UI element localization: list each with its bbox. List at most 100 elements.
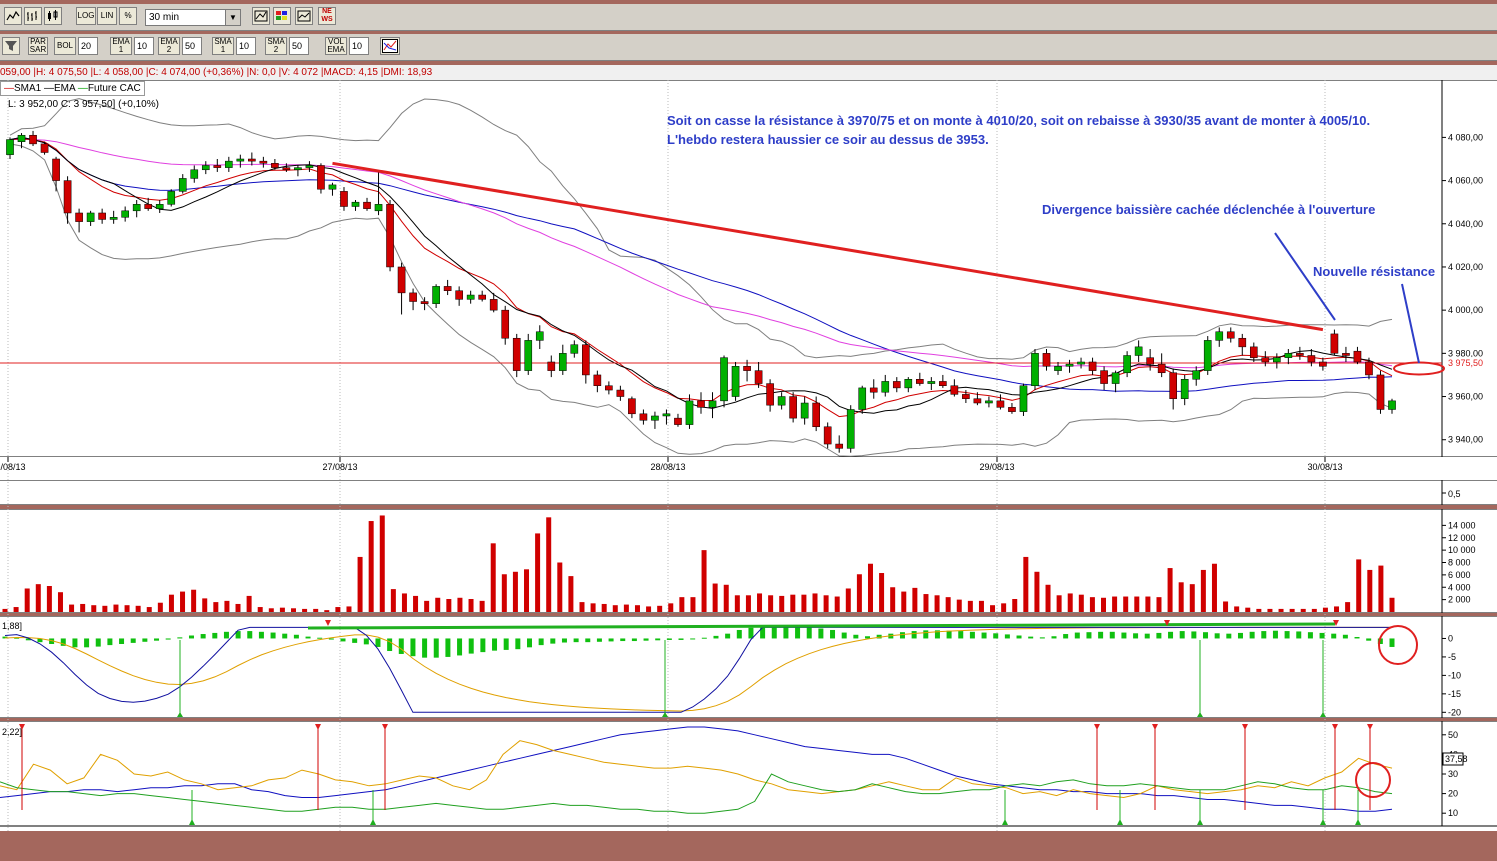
volume-bar — [457, 597, 463, 612]
volume-bar — [1089, 597, 1095, 612]
macd-histogram-bar — [84, 638, 90, 648]
volume-bar — [1156, 597, 1162, 612]
volume-bar — [13, 607, 19, 612]
macd-histogram-bar — [1272, 630, 1278, 639]
volume-bar — [1101, 597, 1107, 612]
ema2-button[interactable]: EMA 2 — [158, 37, 180, 55]
macd-label: 1,88] — [2, 621, 22, 631]
macd-histogram-bar — [1179, 631, 1185, 639]
macd-histogram-bar — [1074, 632, 1080, 639]
indicator-icon — [382, 39, 398, 53]
candle — [639, 413, 648, 421]
bottom-frame — [0, 831, 1497, 861]
macd-histogram-bar — [1249, 631, 1255, 639]
candle — [132, 204, 141, 212]
volume-bar — [1356, 559, 1362, 612]
volume-bar — [290, 608, 296, 612]
volume-bar — [302, 608, 308, 612]
dmi-tick-label: 10 — [1448, 808, 1458, 818]
candle — [812, 402, 820, 428]
volume-bar — [1200, 569, 1206, 612]
candlestick-icon — [48, 10, 58, 21]
ema1-button[interactable]: EMA 1 — [110, 37, 132, 55]
log-scale-button[interactable]: LOG — [76, 7, 96, 25]
macd-histogram-bar — [981, 632, 987, 639]
palette-button[interactable] — [273, 7, 291, 25]
volume-bar — [879, 573, 885, 612]
macd-histogram-bar — [445, 638, 451, 657]
volume-bar — [1134, 596, 1140, 612]
sma2-period[interactable]: 50 — [289, 37, 309, 55]
candle — [374, 204, 383, 212]
bol-button[interactable]: BOL — [54, 37, 76, 55]
vol-ema-period[interactable]: 10 — [349, 37, 369, 55]
volume-bar — [1278, 608, 1284, 612]
macd-histogram-bar — [142, 638, 148, 642]
candle-chart-button[interactable] — [44, 7, 62, 25]
line-chart-button[interactable] — [4, 7, 22, 25]
vol-ema-button[interactable]: VOL EMA — [325, 37, 347, 55]
volume-bar — [91, 605, 97, 612]
news-button[interactable]: NE WS — [318, 7, 336, 25]
indicator-picker-button[interactable] — [380, 37, 400, 55]
candle — [1215, 331, 1224, 341]
candle — [1307, 355, 1316, 363]
draw-tool-button[interactable] — [252, 7, 270, 25]
candle — [1180, 379, 1189, 399]
candle — [75, 212, 83, 222]
volume-bar — [1267, 608, 1273, 612]
volume-bar — [146, 607, 152, 612]
macd-histogram-bar — [398, 638, 404, 654]
volume-bar — [35, 584, 41, 612]
macd-histogram-bar — [830, 629, 836, 639]
macd-histogram-bar — [969, 631, 975, 639]
macd-histogram-bar — [1319, 632, 1325, 639]
ema1-period[interactable]: 10 — [134, 37, 154, 55]
candle — [1388, 400, 1396, 410]
volume-bar — [690, 597, 696, 612]
macd-histogram-bar — [538, 638, 544, 646]
sma1-period[interactable]: 10 — [236, 37, 256, 55]
macd-histogram-bar — [1389, 638, 1395, 647]
bar-chart-button[interactable] — [24, 7, 42, 25]
volume-bar — [1256, 608, 1262, 612]
y-tick-label: 4 020,00 — [1448, 262, 1483, 272]
volume-bar — [845, 588, 851, 612]
filter-button[interactable] — [2, 37, 20, 55]
volume-bar — [790, 594, 796, 612]
candle — [662, 413, 671, 417]
lin-scale-button[interactable]: LIN — [97, 7, 117, 25]
percent-scale-button[interactable]: % — [119, 7, 137, 25]
parsar-button[interactable]: PAR SAR — [28, 37, 48, 55]
legend-future: Future CAC — [87, 83, 141, 94]
candle — [86, 212, 95, 222]
y-tick-label: 3 980,00 — [1448, 348, 1483, 358]
macd-histogram-bar — [317, 637, 323, 639]
macd-histogram-bar — [457, 638, 463, 656]
candle — [1238, 337, 1247, 348]
macd-histogram-bar — [736, 629, 742, 639]
sma1-button[interactable]: SMA 1 — [212, 37, 234, 55]
volume-bar — [1034, 571, 1040, 612]
period-select[interactable]: 30 min ▼ — [145, 9, 241, 26]
candle — [6, 139, 14, 155]
volume-bar — [490, 543, 496, 612]
candle — [950, 385, 959, 395]
macd-histogram-bar — [177, 637, 183, 639]
ema2-period[interactable]: 50 — [182, 37, 202, 55]
sma2-button[interactable]: SMA 2 — [265, 37, 287, 55]
chart-area[interactable]: 26/08/13 27/08/13 28/08/13 29/08/13 30/08/13… — [0, 79, 1497, 831]
macd-histogram-bar — [188, 635, 194, 639]
compare-button[interactable] — [295, 7, 313, 25]
volume-bar — [1056, 595, 1062, 612]
chart-svg[interactable]: 26/08/13 27/08/13 28/08/13 29/08/13 30/08/13… — [0, 79, 1497, 831]
macd-histogram-bar — [1004, 634, 1010, 639]
volume-bar — [346, 606, 352, 612]
volume-bar — [413, 595, 419, 612]
volume-bar — [235, 603, 241, 612]
macd-histogram-bar — [247, 631, 253, 639]
bol-period[interactable]: 20 — [78, 37, 98, 55]
macd-histogram-bar — [1331, 633, 1337, 639]
candle — [109, 217, 118, 220]
volume-bar — [1311, 608, 1317, 612]
